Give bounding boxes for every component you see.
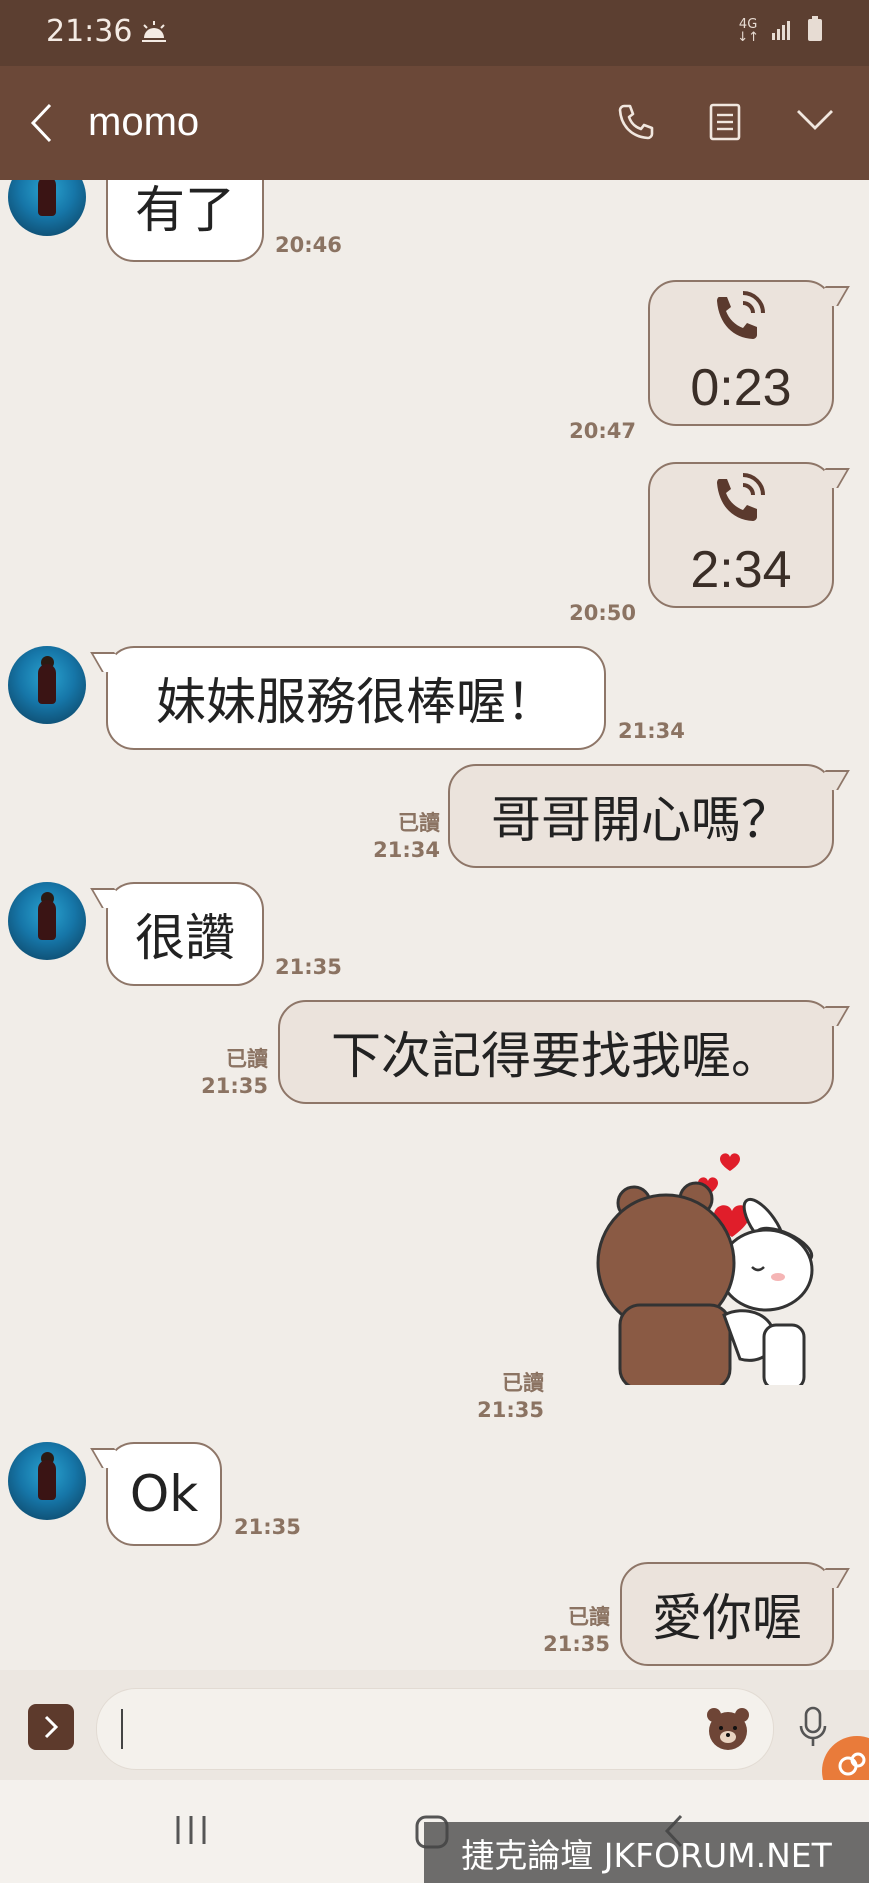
- message-time: 21:35: [275, 955, 342, 979]
- phone-call-icon: [713, 289, 769, 354]
- outgoing-message-bubble[interactable]: 愛你喔: [620, 1562, 834, 1666]
- incoming-message-bubble[interactable]: Ok: [106, 1442, 222, 1546]
- chat-area[interactable]: 有了 20:46 20:47 0:23 20:50 2:34 妹妹服務很棒喔！ …: [0, 180, 869, 1670]
- message-time: 20:46: [275, 233, 342, 257]
- phone-call-icon[interactable]: [616, 102, 656, 146]
- voice-call-bubble[interactable]: 2:34: [648, 462, 834, 608]
- incoming-message-bubble[interactable]: 妹妹服務很棒喔！: [106, 646, 606, 750]
- message-input[interactable]: [96, 1688, 774, 1770]
- notes-icon[interactable]: [708, 102, 742, 146]
- read-label: 已讀: [226, 1047, 268, 1071]
- network-indicator: 4G ↓↑: [737, 18, 759, 44]
- message-time: 21:34: [618, 719, 685, 743]
- message-time: 21:35: [201, 1074, 268, 1098]
- message-time: 21:35: [234, 1515, 301, 1539]
- message-time: 20:47: [569, 419, 636, 443]
- read-label: 已讀: [398, 811, 440, 835]
- contact-avatar[interactable]: [8, 646, 86, 724]
- signal-icon: [771, 17, 795, 45]
- status-bar: 21:36 4G ↓↑: [0, 0, 869, 66]
- contact-avatar[interactable]: [8, 882, 86, 960]
- chat-title: momo: [88, 100, 200, 144]
- contact-avatar[interactable]: [8, 1442, 86, 1520]
- phone-call-icon: [713, 471, 769, 536]
- read-receipt: 已讀 21:35: [460, 1370, 544, 1424]
- read-label: 已讀: [502, 1371, 544, 1395]
- outgoing-message-bubble[interactable]: 下次記得要找我喔。: [278, 1000, 834, 1104]
- call-duration: 2:34: [690, 540, 792, 599]
- chevron-right-icon: [44, 1715, 59, 1739]
- back-arrow-icon[interactable]: [28, 102, 54, 148]
- call-duration: 0:23: [690, 358, 792, 417]
- expand-menu-button[interactable]: [28, 1704, 74, 1750]
- read-label: 已讀: [568, 1605, 610, 1629]
- incoming-message-bubble[interactable]: 很讚: [106, 882, 264, 986]
- voice-call-bubble[interactable]: 0:23: [648, 280, 834, 426]
- microphone-icon[interactable]: [798, 1706, 828, 1754]
- battery-icon: [807, 16, 823, 46]
- message-time: 21:34: [373, 838, 440, 862]
- message-time: 21:35: [543, 1632, 610, 1656]
- recent-apps-icon[interactable]: [174, 1814, 208, 1850]
- network-arrows: ↓↑: [737, 30, 759, 45]
- status-time: 21:36: [46, 14, 133, 49]
- chat-header: momo: [0, 66, 869, 180]
- contact-avatar[interactable]: [8, 180, 86, 236]
- read-receipt: 已讀 21:35: [530, 1604, 610, 1658]
- emoji-sticker-icon[interactable]: [703, 1703, 753, 1753]
- text-caret: [121, 1709, 123, 1749]
- weather-icon: [140, 20, 168, 46]
- outgoing-message-bubble[interactable]: 哥哥開心嗎？: [448, 764, 834, 868]
- message-time: 21:35: [477, 1398, 544, 1422]
- bear-hug-bunny-sticker[interactable]: [584, 1145, 824, 1395]
- message-input-bar: [0, 1670, 869, 1780]
- watermark: 捷克論壇 JKFORUM.NET: [424, 1822, 869, 1883]
- incoming-message-bubble[interactable]: 有了: [106, 180, 264, 262]
- chevron-down-icon[interactable]: [796, 108, 834, 136]
- message-time: 20:50: [569, 601, 636, 625]
- read-receipt: 已讀 21:35: [190, 1046, 268, 1100]
- read-receipt: 已讀 21:34: [356, 810, 440, 864]
